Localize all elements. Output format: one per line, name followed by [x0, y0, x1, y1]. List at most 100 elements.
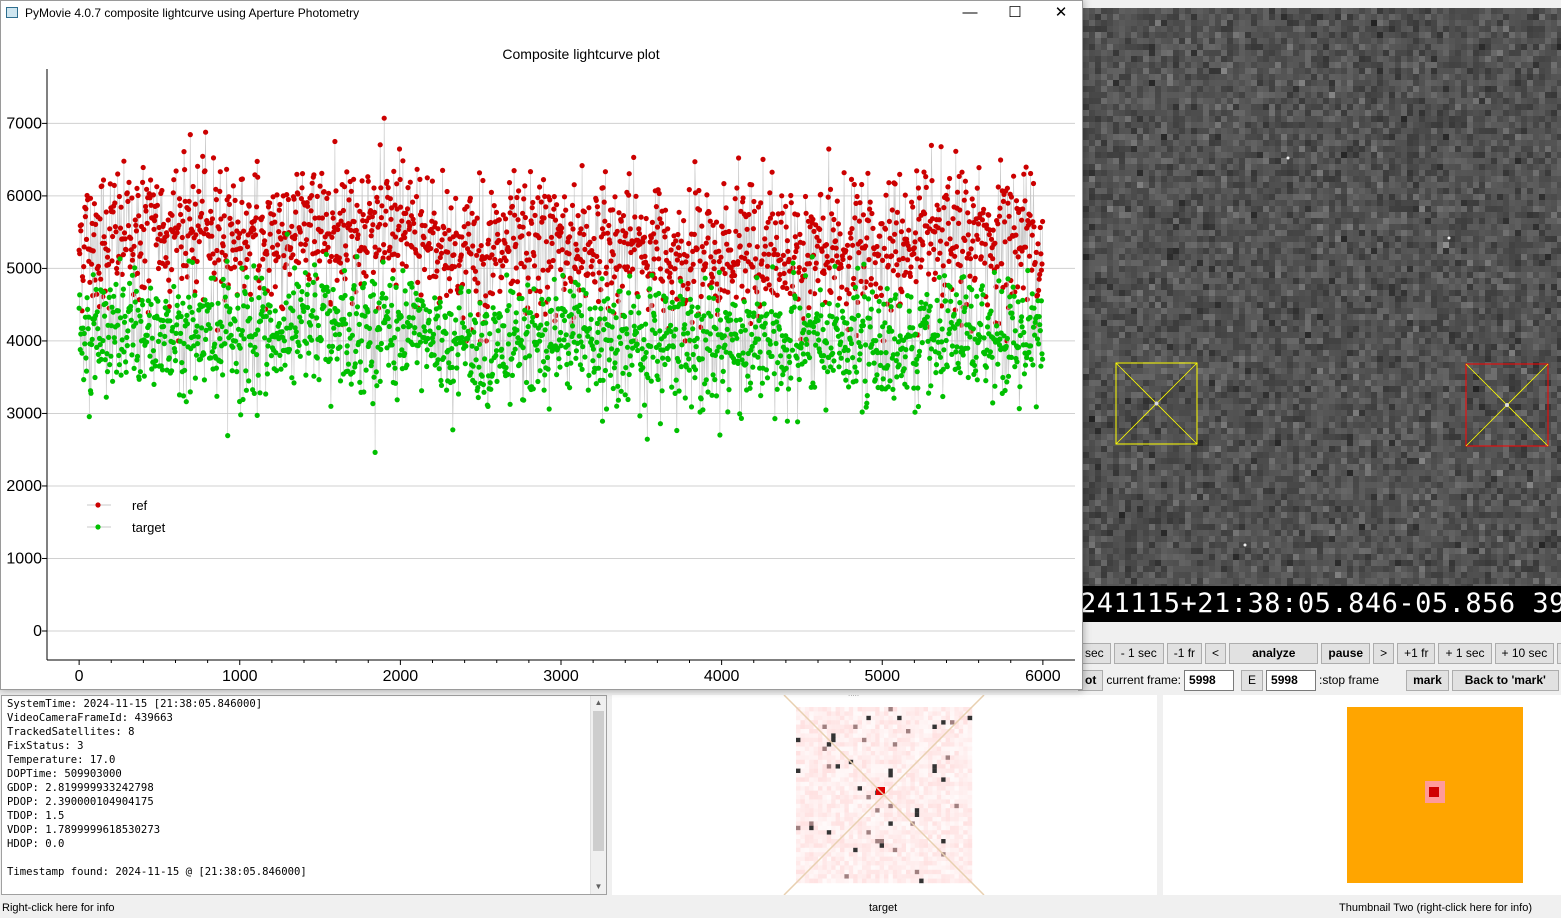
noise-pixel	[1149, 44, 1155, 50]
noise-pixel	[1305, 128, 1311, 134]
noise-pixel	[1149, 140, 1155, 146]
noise-pixel	[1161, 206, 1167, 212]
noise-pixel	[1431, 20, 1437, 26]
noise-pixel	[1083, 50, 1089, 56]
noise-pixel	[1341, 134, 1347, 140]
noise-pixel	[1407, 56, 1413, 62]
noise-pixel	[1539, 326, 1545, 332]
noise-pixel	[1095, 134, 1101, 140]
noise-pixel	[1095, 110, 1101, 116]
noise-pixel	[1455, 98, 1461, 104]
noise-pixel	[1275, 332, 1281, 338]
noise-pixel	[1353, 170, 1359, 176]
noise-pixel	[1335, 332, 1341, 338]
noise-pixel	[1491, 56, 1497, 62]
noise-pixel	[1383, 230, 1389, 236]
noise-pixel	[1551, 254, 1557, 260]
video-frame-view[interactable]	[1083, 8, 1561, 588]
noise-pixel	[1083, 62, 1089, 68]
noise-pixel	[1443, 98, 1449, 104]
noise-pixel	[1527, 98, 1533, 104]
noise-pixel	[1161, 110, 1167, 116]
noise-pixel	[1509, 170, 1515, 176]
noise-pixel	[1491, 80, 1497, 86]
noise-pixel	[1515, 152, 1521, 158]
noise-pixel	[1335, 338, 1341, 344]
noise-pixel	[1503, 74, 1509, 80]
noise-pixel	[1359, 188, 1365, 194]
noise-pixel	[1335, 68, 1341, 74]
noise-pixel	[1191, 314, 1197, 320]
noise-pixel	[1491, 134, 1497, 140]
noise-pixel	[1515, 104, 1521, 110]
noise-pixel	[1119, 224, 1125, 230]
noise-pixel	[1299, 272, 1305, 278]
noise-pixel	[1557, 140, 1561, 146]
noise-pixel	[1353, 56, 1359, 62]
noise-pixel	[1197, 278, 1203, 284]
noise-pixel	[1161, 308, 1167, 314]
noise-pixel	[1557, 290, 1561, 296]
noise-pixel	[1473, 170, 1479, 176]
noise-pixel	[1425, 68, 1431, 74]
noise-pixel	[1113, 122, 1119, 128]
noise-pixel	[1389, 290, 1395, 296]
noise-pixel	[1329, 122, 1335, 128]
noise-pixel	[1539, 266, 1545, 272]
noise-pixel	[1131, 338, 1137, 344]
noise-pixel	[1341, 182, 1347, 188]
noise-pixel	[1485, 164, 1491, 170]
noise-pixel	[1119, 134, 1125, 140]
noise-pixel	[1413, 134, 1419, 140]
noise-pixel	[1143, 140, 1149, 146]
noise-pixel	[1227, 110, 1233, 116]
noise-pixel	[1095, 272, 1101, 278]
noise-pixel	[1293, 302, 1299, 308]
noise-pixel	[1365, 374, 1371, 380]
noise-pixel	[1365, 92, 1371, 98]
noise-pixel	[1173, 356, 1179, 362]
noise-pixel	[1221, 224, 1227, 230]
noise-pixel	[1119, 218, 1125, 224]
noise-pixel	[1119, 26, 1125, 32]
noise-pixel	[1275, 302, 1281, 308]
noise-pixel	[1377, 260, 1383, 266]
noise-pixel	[1383, 320, 1389, 326]
noise-pixel	[1497, 134, 1503, 140]
noise-pixel	[1089, 326, 1095, 332]
noise-pixel	[1167, 278, 1173, 284]
noise-pixel	[1473, 86, 1479, 92]
noise-pixel	[1551, 230, 1557, 236]
noise-pixel	[1539, 14, 1545, 20]
noise-pixel	[1149, 308, 1155, 314]
noise-pixel	[1125, 338, 1131, 344]
noise-pixel	[1311, 134, 1317, 140]
noise-pixel	[1305, 98, 1311, 104]
noise-pixel	[1539, 242, 1545, 248]
noise-pixel	[1455, 140, 1461, 146]
noise-pixel	[1485, 104, 1491, 110]
noise-pixel	[1275, 326, 1281, 332]
noise-pixel	[1191, 182, 1197, 188]
noise-pixel	[1341, 104, 1347, 110]
noise-pixel	[1161, 326, 1167, 332]
noise-pixel	[1335, 308, 1341, 314]
noise-pixel	[1101, 140, 1107, 146]
noise-pixel	[1311, 116, 1317, 122]
noise-pixel	[1119, 374, 1125, 380]
noise-pixel	[1497, 74, 1503, 80]
noise-pixel	[1311, 194, 1317, 200]
noise-pixel	[1137, 266, 1143, 272]
noise-pixel	[1455, 50, 1461, 56]
noise-pixel	[1503, 56, 1509, 62]
noise-pixel	[1101, 278, 1107, 284]
noise-pixel	[1413, 26, 1419, 32]
noise-pixel	[1419, 308, 1425, 314]
noise-pixel	[1125, 350, 1131, 356]
noise-pixel	[1545, 116, 1551, 122]
noise-pixel	[1245, 8, 1251, 14]
noise-pixel	[1527, 50, 1533, 56]
noise-pixel	[1125, 320, 1131, 326]
noise-pixel	[1383, 248, 1389, 254]
noise-pixel	[1263, 134, 1269, 140]
